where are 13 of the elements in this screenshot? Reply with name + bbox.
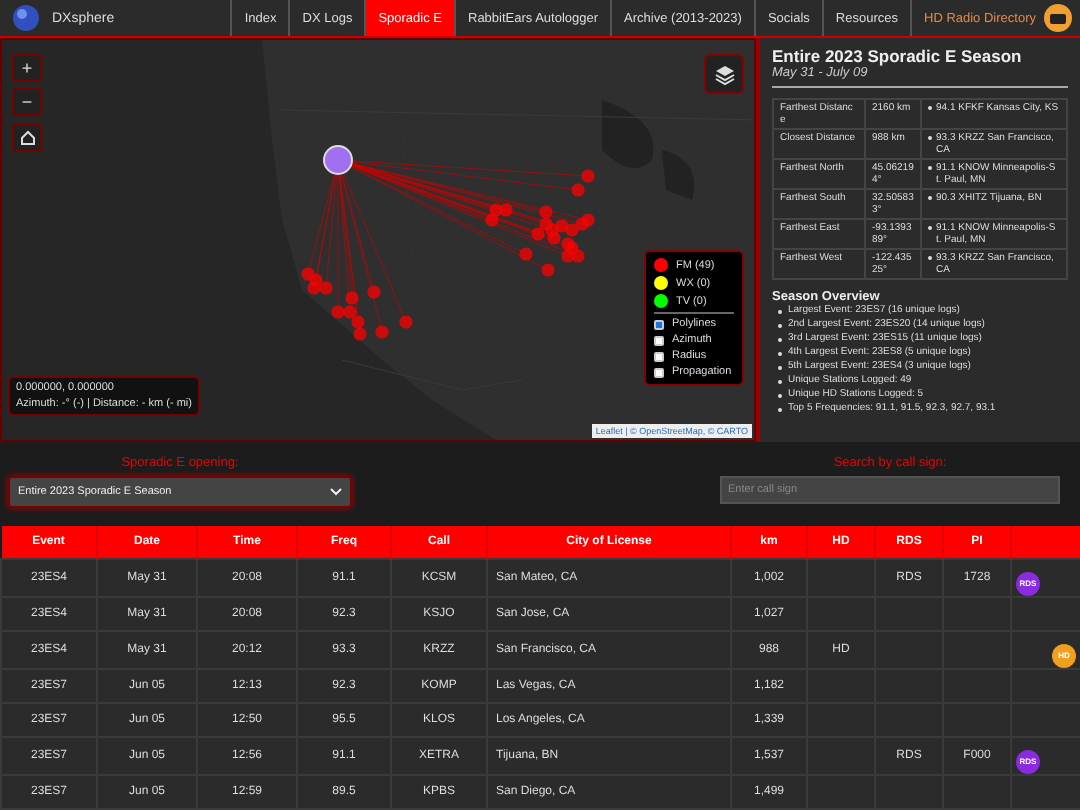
zoom-in-button[interactable]: +: [12, 54, 42, 83]
layers-icon: [713, 63, 735, 86]
layer-checkbox[interactable]: [654, 319, 664, 330]
layers-button[interactable]: [704, 54, 744, 95]
season-title: Entire 2023 Sporadic E Season: [772, 46, 1024, 67]
globe-logo-icon: [12, 4, 40, 33]
home-icon: [19, 130, 35, 147]
caret-icon: [330, 488, 342, 497]
zoom-out-button[interactable]: −: [12, 88, 42, 117]
layer-checkbox[interactable]: [654, 335, 664, 346]
layer-checkbox[interactable]: [654, 351, 664, 362]
home-button[interactable]: [12, 124, 42, 153]
layer-checkbox[interactable]: [654, 367, 664, 378]
